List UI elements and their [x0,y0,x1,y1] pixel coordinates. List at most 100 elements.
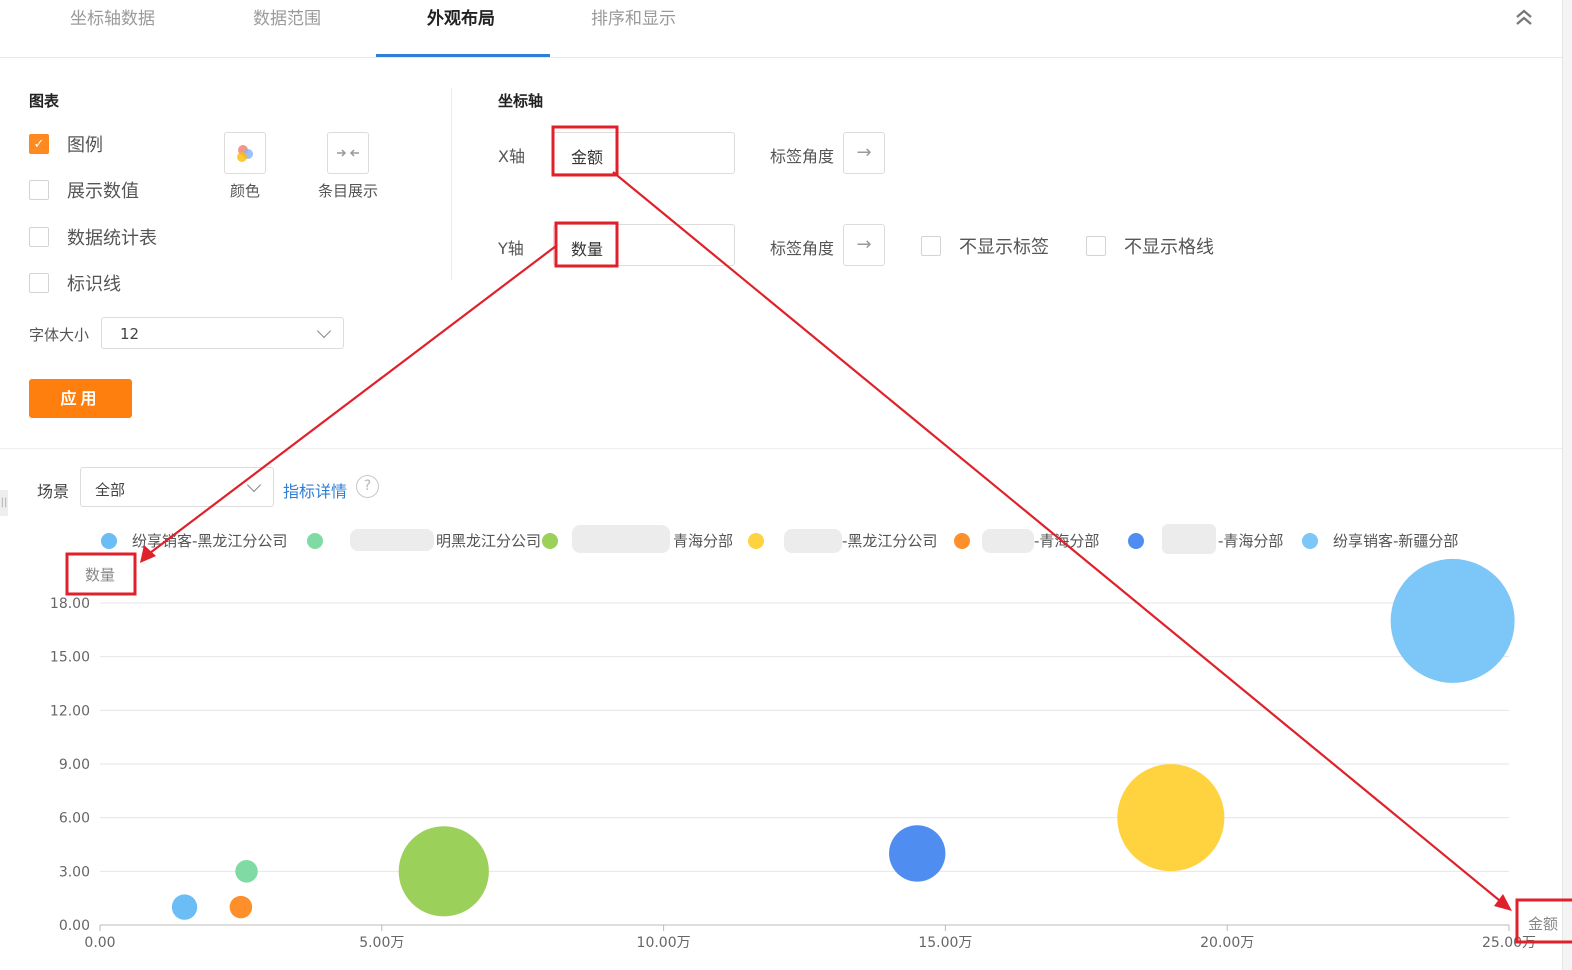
chart-section-title: 图表 [29,92,60,110]
x-tick-label: 5.00万 [359,935,404,951]
x-tick-label: 0.00 [84,935,115,951]
y-tick-label: 18.00 [50,596,90,612]
legend-checkbox-row[interactable]: ✓ 图例 [29,133,103,156]
marker-line-label: 标识线 [67,274,121,295]
redacted-region [350,529,434,551]
tab-appearance-layout[interactable]: 外观布局 [427,4,495,29]
x-axis-name-value: 金额 [571,148,604,167]
show-values-checkbox[interactable] [29,180,49,200]
legend-marker[interactable] [307,533,323,549]
legend-checkbox-label: 图例 [67,135,103,156]
legend-label[interactable]: -黑龙江分公司 [842,532,937,550]
chevron-down-icon [316,323,332,339]
hide-gridlines-checkbox[interactable] [1086,236,1106,256]
y-tick-label: 12.00 [50,703,90,719]
x-tick-label: 10.00万 [637,935,691,951]
annotation-arrow-x [612,171,1506,906]
x-label-angle-label: 标签角度 [770,147,835,166]
legend-marker[interactable] [101,533,117,549]
annotation-arrowhead-y [140,545,156,563]
legend-marker[interactable] [1302,533,1318,549]
legend-marker[interactable] [1128,533,1144,549]
marker-line-checkbox[interactable] [29,273,49,293]
y-tick-label: 9.00 [59,757,90,773]
y-axis-label: Y轴 [498,239,524,258]
hide-labels-label: 不显示标签 [959,237,1049,258]
redacted-region [982,529,1034,553]
stats-table-checkbox[interactable] [29,227,49,247]
active-tab-indicator [376,54,550,57]
hide-gridlines-row[interactable]: 不显示格线 [1086,233,1214,259]
bubble-point[interactable] [1117,764,1225,872]
collapse-icon[interactable] [1510,8,1538,34]
x-label-angle-arrow-icon[interactable]: → [843,132,885,174]
legend-label[interactable]: -青海分部 [1218,532,1283,550]
x-axis-label: X轴 [498,147,525,166]
bubble-point[interactable] [229,895,253,919]
indicator-details-link[interactable]: 指标详情 [283,478,347,502]
bubble-point[interactable] [1390,558,1515,683]
show-values-checkbox-row[interactable]: 展示数值 [29,179,139,202]
font-size-label: 字体大小 [29,326,90,344]
bubble-point[interactable] [398,826,489,917]
y-label-angle-label: 标签角度 [770,239,835,258]
show-values-label: 展示数值 [67,181,139,202]
hide-labels-row[interactable]: 不显示标签 [921,233,1049,259]
legend-checkbox[interactable]: ✓ [29,134,49,154]
x-axis-name-input[interactable]: 金额 [553,132,735,174]
section-divider [451,88,452,280]
section-divider-horizontal [0,448,1562,449]
legend-label[interactable]: 纷享销客-新疆分部 [1333,532,1458,550]
redacted-region [572,525,670,553]
y-tick-label: 3.00 [59,864,90,880]
annotation-arrow-y [145,245,557,557]
y-tick-label: 0.00 [59,918,90,934]
y-tick-label: 6.00 [59,811,90,827]
x-axis-title: 金额 [1528,915,1558,933]
redacted-region [1162,524,1216,554]
hide-gridlines-label: 不显示格线 [1124,237,1214,258]
tab-bar: 坐标轴数据 数据范围 外观布局 排序和显示 [0,0,1572,58]
apply-button[interactable]: 应用 [29,379,132,418]
legend-marker[interactable] [748,533,764,549]
scene-label: 场景 [37,482,70,501]
drag-handle-icon[interactable]: || [0,490,8,516]
y-axis-name-input[interactable]: 数量 [553,224,735,266]
palette-icon [237,145,253,162]
items-display-button[interactable] [327,132,369,174]
legend-marker[interactable] [542,533,558,549]
font-size-select[interactable]: 12 [101,317,344,349]
tab-sort-display[interactable]: 排序和显示 [591,4,676,29]
bubble-point[interactable] [889,825,946,882]
marker-line-checkbox-row[interactable]: 标识线 [29,272,121,295]
legend-marker[interactable] [954,533,970,549]
annotation-box-y-axis-title [65,552,137,596]
tab-data-range[interactable]: 数据范围 [253,4,321,29]
legend-label[interactable]: 纷享销客-黑龙江分公司 [132,532,287,550]
color-label: 颜色 [229,182,260,200]
y-axis-title: 数量 [85,566,115,584]
scrollbar[interactable] [1562,0,1572,970]
x-tick-label: 20.00万 [1200,935,1254,951]
stats-table-label: 数据统计表 [67,228,157,249]
scene-select[interactable]: 全部 [80,467,274,507]
y-tick-label: 15.00 [50,650,90,666]
font-size-value: 12 [120,325,140,343]
redacted-region [784,529,842,553]
annotation-arrowhead-x [1494,894,1512,911]
hide-labels-checkbox[interactable] [921,236,941,256]
bubble-point[interactable] [171,894,198,920]
legend-label[interactable]: -青海分部 [1034,532,1099,550]
bubble-point[interactable] [235,860,258,883]
legend-label[interactable]: 青海分部 [673,532,733,550]
help-icon[interactable]: ? [356,475,379,498]
legend-label[interactable]: 明黑龙江分公司 [436,532,541,550]
scene-value: 全部 [95,481,126,499]
stats-table-checkbox-row[interactable]: 数据统计表 [29,226,157,249]
y-label-angle-arrow-icon[interactable]: → [843,224,885,266]
color-button[interactable] [224,132,266,174]
chevron-down-icon [246,477,262,493]
tab-axis-data[interactable]: 坐标轴数据 [70,4,155,29]
items-display-label: 条目展示 [317,182,378,200]
x-tick-label: 15.00万 [918,935,972,951]
